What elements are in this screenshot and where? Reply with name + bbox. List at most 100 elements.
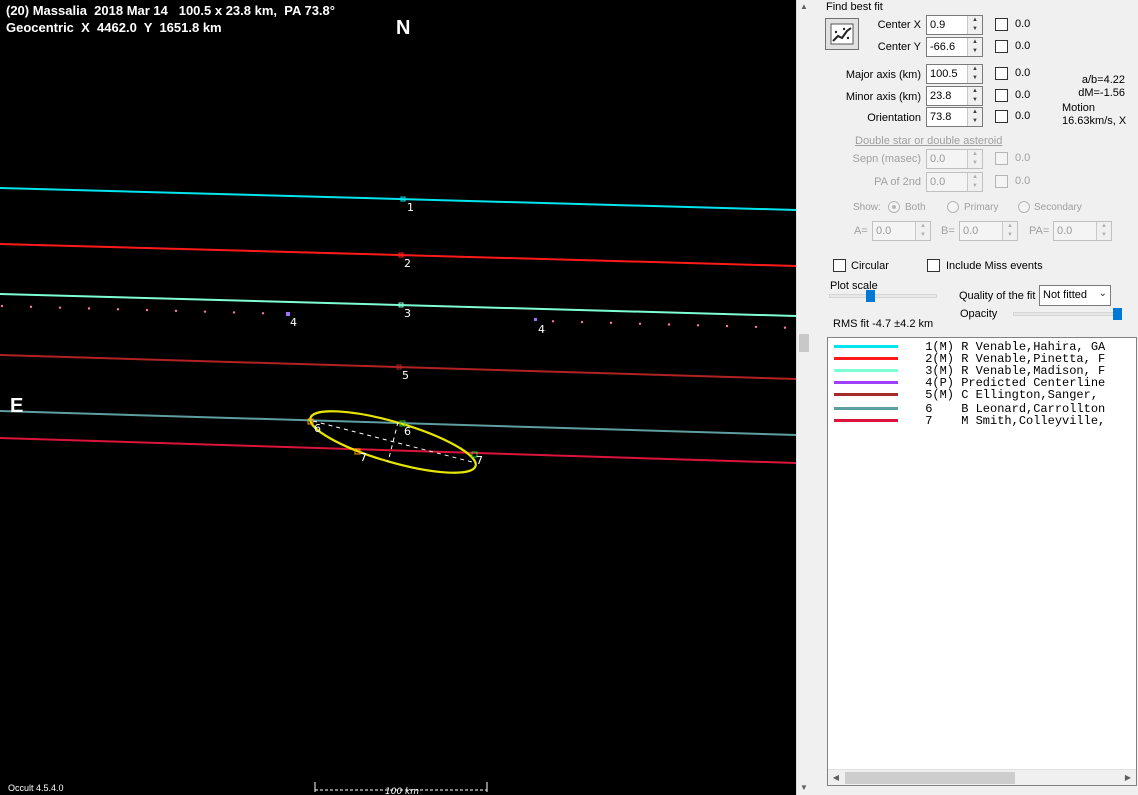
centerline-dot (232, 311, 236, 314)
centerline-dot (580, 320, 584, 324)
plot-scale-slider[interactable] (866, 290, 875, 302)
pa-input[interactable]: 0.0 ▲ ▼ (1053, 221, 1112, 241)
sepn-label: Sepn (masec) (852, 153, 921, 165)
center-x-fix-checkbox[interactable] (995, 18, 1008, 31)
chevron-down-icon: ⌄ (1098, 288, 1107, 299)
plot-canvas: 1 2 3 5 4 4 6 6 7 7 100 km (0, 187, 796, 795)
legend-scroll-thumb[interactable] (845, 772, 1015, 784)
major-axis-fit-value: 0.0 (1015, 67, 1031, 79)
opacity-track (1013, 312, 1121, 316)
legend-line-swatch (834, 407, 898, 410)
scroll-thumb[interactable] (799, 334, 809, 352)
scroll-left-icon[interactable]: ◀ (828, 770, 844, 785)
center-x-fit-value: 0.0 (1015, 18, 1031, 30)
opacity-slider[interactable] (1113, 308, 1122, 320)
centerline-dot (725, 324, 729, 328)
sepn-fit-value: 0.0 (1015, 152, 1031, 164)
centerline-dot (116, 308, 120, 311)
show-primary-radio[interactable] (947, 201, 959, 213)
chord-label-7b: 7 (476, 454, 483, 467)
include-miss-checkbox[interactable] (927, 259, 940, 272)
centerline-dot (754, 325, 758, 329)
pa-2nd-fix-checkbox[interactable] (995, 175, 1008, 188)
centerline-dot (174, 309, 178, 313)
center-x-input[interactable]: 0.9 ▲ ▼ (926, 15, 983, 35)
chord-label-5: 5 (402, 369, 409, 382)
orientation-fix-checkbox[interactable] (995, 110, 1008, 123)
scroll-down-icon[interactable]: ▼ (797, 781, 811, 795)
chord-line-2 (0, 243, 796, 267)
centerline-dot (667, 323, 671, 326)
circular-checkbox[interactable] (833, 259, 846, 272)
plot-vertical-scrollbar[interactable]: ▲ ▼ (796, 0, 810, 795)
legend-row[interactable]: 5(M) C Ellington,Sanger, (828, 389, 1136, 401)
centerline-dot (58, 306, 62, 309)
pa-2nd-input[interactable]: 0.0 ▲ ▼ (926, 172, 983, 192)
circular-label: Circular (851, 260, 889, 272)
chord-label-6a: 6 (314, 422, 321, 435)
centerline-dot (783, 326, 787, 329)
show-secondary-radio[interactable] (1018, 201, 1030, 213)
center-y-label: Center Y (877, 41, 921, 53)
centerline-dot (0, 304, 4, 308)
delta-magnitude-value: dM=-1.56 (1078, 87, 1125, 99)
occultation-plot[interactable]: 1 2 3 5 4 4 6 6 7 7 100 km (20) Massalia 2018 Mar … (0, 0, 796, 795)
chord-legend-list[interactable]: 1(M) R Venable,Hahira, GA 2(M) R Venable… (827, 337, 1137, 786)
motion-label: Motion (1062, 102, 1096, 114)
chord-label-3: 3 (404, 307, 411, 320)
chord-line-1 (0, 187, 796, 211)
chord-label-1: 1 (407, 201, 414, 214)
sepn-input[interactable]: 0.0 ▲ ▼ (926, 149, 983, 169)
chord-line-7 (0, 437, 796, 464)
orientation-fit-value: 0.0 (1015, 110, 1031, 122)
rms-fit-value: RMS fit -4.7 ±4.2 km (833, 318, 934, 330)
center-x-label: Center X (877, 19, 921, 31)
centerline-dot (551, 320, 555, 323)
plot-header-title: (20) Massalia 2018 Mar 14 100.5 x 23.8 k… (6, 3, 335, 18)
a-label: A= (854, 225, 868, 237)
major-axis-input[interactable]: 100.5 ▲ ▼ (926, 64, 983, 84)
minor-axis-fix-checkbox[interactable] (995, 89, 1008, 102)
legend-line-swatch (834, 369, 898, 372)
centerline-dot (696, 324, 700, 327)
minor-axis-label: Minor axis (km) (845, 91, 921, 103)
legend-line-swatch (834, 381, 898, 384)
scroll-up-icon[interactable]: ▲ (797, 0, 811, 14)
centerline-marker-right (534, 318, 537, 321)
legend-row[interactable]: 7 M Smith,Colleyville, (828, 415, 1136, 427)
quality-label: Quality of the fit (959, 290, 1036, 302)
center-y-input[interactable]: -66.6 ▲ ▼ (926, 37, 983, 57)
centerline-dot (203, 310, 207, 313)
centerline-label-right: 4 (538, 323, 545, 336)
chord-line-5 (0, 354, 796, 380)
legend-line-swatch (834, 357, 898, 360)
show-both-radio[interactable] (888, 201, 900, 213)
major-axis-label: Major axis (km) (845, 69, 921, 81)
b-input[interactable]: 0.0 ▲ ▼ (959, 221, 1018, 241)
legend-row-text: 5(M) C Ellington,Sanger, (918, 388, 1099, 402)
major-axis-fix-checkbox[interactable] (995, 67, 1008, 80)
orientation-input[interactable]: 73.8 ▲ ▼ (926, 107, 983, 127)
legend-horizontal-scrollbar[interactable]: ◀ ▶ (828, 769, 1136, 785)
fit-control-panel: Find best fit Center X 0.9 ▲ ▼ 0.0 Center … (811, 0, 1138, 795)
opacity-label: Opacity (960, 308, 998, 320)
quality-select[interactable]: Not fitted ⌄ (1039, 285, 1111, 306)
centerline-dot (29, 305, 33, 309)
plot-scale-track (829, 294, 937, 298)
show-both-label: Both (905, 202, 926, 213)
center-y-fix-checkbox[interactable] (995, 40, 1008, 53)
chord-label-2: 2 (404, 257, 411, 270)
centerline-dot (638, 322, 642, 325)
minor-axis-input[interactable]: 23.8 ▲ ▼ (926, 86, 983, 106)
legend-line-swatch (834, 419, 898, 422)
sepn-fix-checkbox[interactable] (995, 152, 1008, 165)
centerline-label-left: 4 (290, 316, 297, 329)
axis-ratio-value: a/b=4.22 (1081, 74, 1125, 86)
find-best-fit-label: Find best fit (826, 1, 883, 13)
centerline-dot (87, 307, 91, 310)
scroll-right-icon[interactable]: ▶ (1120, 770, 1136, 785)
double-star-link[interactable]: Double star or double asteroid (855, 135, 1002, 147)
motion-value: 16.63km/s, X (1062, 115, 1127, 127)
scale-bar-label: 100 km (385, 787, 419, 795)
a-input[interactable]: 0.0 ▲ ▼ (872, 221, 931, 241)
